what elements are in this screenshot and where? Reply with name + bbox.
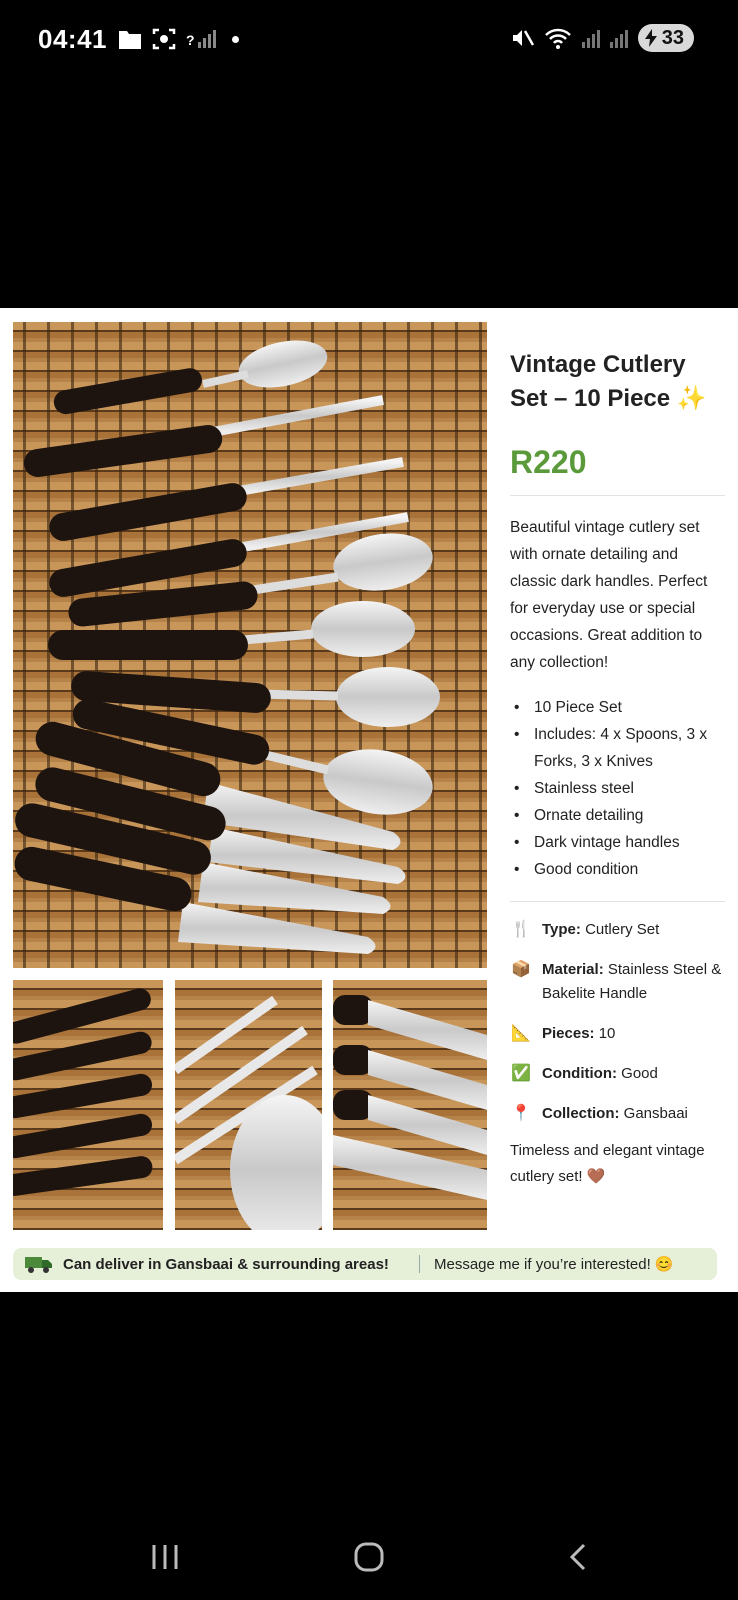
- signal-icon-2: [609, 28, 628, 48]
- banner-separator: [419, 1255, 420, 1273]
- screenshot-icon: [152, 28, 176, 50]
- spec-material: 📦 Material: Stainless Steel & Bakelite H…: [510, 958, 725, 1006]
- listing-title: Vintage Cutlery Set – 10 Piece ✨: [510, 351, 707, 412]
- feature-item: Good condition: [510, 856, 725, 883]
- thumbnail-knives[interactable]: [333, 980, 487, 1230]
- delivery-banner: Can deliver in Gansbaai & surrounding ar…: [13, 1248, 717, 1280]
- feature-item: Stainless steel: [510, 775, 725, 802]
- cutlery-icon: 🍴: [511, 921, 531, 938]
- pin-icon: 📍: [511, 1105, 531, 1122]
- notification-dot-icon: [231, 35, 239, 43]
- no-signal-icon: ?: [186, 30, 216, 48]
- feature-item: Includes: 4 x Spoons, 3 x Forks, 3 x Kni…: [510, 721, 725, 775]
- status-icons-left: ?: [118, 27, 239, 51]
- cutlery-photo: [13, 322, 487, 968]
- status-icons-right: 33: [510, 24, 694, 52]
- feature-item: Ornate detailing: [510, 802, 725, 829]
- charging-bolt-icon: [644, 29, 657, 47]
- triangle-ruler-icon: 📐: [511, 1025, 531, 1042]
- status-bar: 04:41 ? 33: [0, 0, 738, 80]
- back-button[interactable]: [564, 1542, 594, 1572]
- thumbnail-forks-spoon[interactable]: [175, 980, 322, 1230]
- spec-collection: 📍 Collection: Gansbaai: [510, 1102, 725, 1126]
- closing-text: Timeless and elegant vintage cutlery set…: [510, 1142, 705, 1185]
- thumbnail-handles[interactable]: [13, 980, 163, 1230]
- divider: [510, 901, 725, 902]
- spec-type: 🍴 Type: Cutlery Set: [510, 918, 725, 942]
- system-nav-bar: [0, 1500, 738, 1600]
- listing-price: R220: [510, 444, 587, 480]
- check-icon: ✅: [511, 1065, 531, 1082]
- signal-icon: [581, 28, 600, 48]
- mute-icon: [512, 30, 534, 46]
- main-product-photo[interactable]: [13, 322, 487, 968]
- feature-list: 10 Piece Set Includes: 4 x Spoons, 3 x F…: [510, 694, 725, 883]
- battery-indicator: 33: [637, 24, 694, 52]
- recents-button[interactable]: [150, 1542, 180, 1572]
- spec-list: 🍴 Type: Cutlery Set 📦 Material: Stainles…: [510, 918, 725, 1126]
- delivery-text: Can deliver in Gansbaai & surrounding ar…: [63, 1255, 389, 1273]
- listing-image-card: Vintage Cutlery Set – 10 Piece ✨ R220 Be…: [0, 308, 738, 1292]
- listing-info-panel: Vintage Cutlery Set – 10 Piece ✨ R220 Be…: [510, 348, 725, 1190]
- spec-pieces: 📐 Pieces: 10: [510, 1022, 725, 1046]
- wifi-icon: [544, 28, 571, 49]
- spec-condition: ✅ Condition: Good: [510, 1062, 725, 1086]
- listing-description: Beautiful vintage cutlery set with ornat…: [510, 519, 708, 671]
- feature-item: 10 Piece Set: [510, 694, 725, 721]
- feature-item: Dark vintage handles: [510, 829, 725, 856]
- delivery-truck-icon: [25, 1257, 52, 1273]
- package-icon: 📦: [511, 961, 531, 978]
- divider: [510, 495, 725, 496]
- home-button[interactable]: [354, 1542, 384, 1572]
- message-text: Message me if you’re interested! 😊: [434, 1256, 674, 1273]
- folder-icon: [119, 31, 141, 49]
- clock: 04:41: [38, 24, 107, 54]
